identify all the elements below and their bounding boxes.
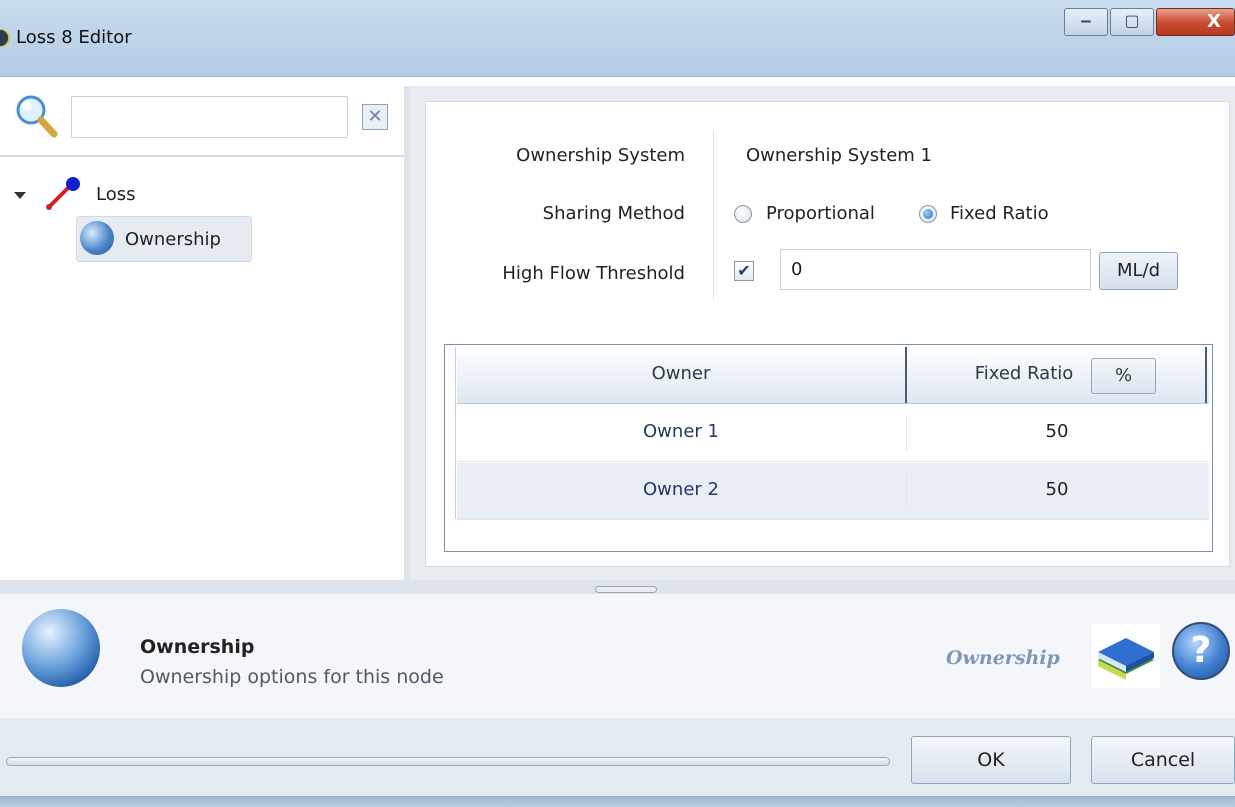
column-header-owner[interactable]: Owner <box>457 363 905 384</box>
ratio-cell[interactable]: 50 <box>909 479 1205 500</box>
close-button[interactable]: X <box>1156 8 1235 36</box>
high-flow-threshold-label: High Flow Threshold <box>502 263 685 284</box>
close-icon: X <box>1207 11 1221 32</box>
cell-divider <box>906 415 907 451</box>
column-end-divider <box>1205 347 1207 403</box>
globe-icon <box>80 221 114 255</box>
cancel-button[interactable]: Cancel <box>1091 736 1235 784</box>
maximize-button[interactable]: ▢ <box>1110 8 1154 36</box>
maximize-icon: ▢ <box>1124 11 1140 30</box>
minimize-button[interactable]: ‒ <box>1064 8 1108 36</box>
cell-divider <box>906 473 907 509</box>
high-flow-threshold-input[interactable] <box>780 249 1091 290</box>
app-icon <box>0 29 10 47</box>
grid-header: Owner Fixed Ratio % <box>457 347 1209 404</box>
column-divider[interactable] <box>905 347 907 403</box>
horizontal-splitter[interactable] <box>0 580 1235 594</box>
globe-icon <box>22 609 100 687</box>
ratio-cell[interactable]: 50 <box>909 421 1205 442</box>
proportional-label[interactable]: Proportional <box>766 203 875 224</box>
info-tag: Ownership <box>946 647 1060 669</box>
percent-unit-button[interactable]: % <box>1091 358 1156 394</box>
table-row[interactable]: Owner 1 50 <box>457 405 1209 462</box>
ownership-grid: Owner Fixed Ratio % Owner 1 50 Owner 2 5… <box>444 344 1213 552</box>
clear-icon: ✕ <box>367 106 383 127</box>
tree-item-ownership-label: Ownership <box>125 229 221 250</box>
ownership-system-value: Ownership System 1 <box>746 145 933 166</box>
title-bar: Loss 8 Editor ‒ ▢ X <box>0 0 1235 77</box>
fixed-ratio-radio[interactable] <box>919 205 937 223</box>
check-icon: ✔ <box>737 261 751 280</box>
ownership-system-label: Ownership System <box>516 145 685 166</box>
search-icon <box>14 94 60 140</box>
expand-arrow-icon[interactable] <box>14 192 26 199</box>
row-header-bar <box>447 347 456 519</box>
owner-cell[interactable]: Owner 2 <box>457 479 905 500</box>
book-icon[interactable] <box>1092 624 1160 688</box>
search-divider <box>0 155 404 157</box>
search-input[interactable] <box>71 96 348 138</box>
pipe-node-icon <box>44 176 84 212</box>
table-row[interactable]: Owner 2 50 <box>457 463 1209 520</box>
clear-search-button[interactable]: ✕ <box>362 104 388 130</box>
minimize-icon: ‒ <box>1080 11 1092 30</box>
info-description: Ownership options for this node <box>140 666 444 688</box>
progress-bar <box>6 757 890 766</box>
tree-item-ownership[interactable]: Ownership <box>76 216 252 262</box>
window-bottom-border <box>0 796 1235 807</box>
window-title: Loss 8 Editor <box>16 27 132 48</box>
column-header-fixed-ratio[interactable]: Fixed Ratio <box>961 363 1087 384</box>
high-flow-checkbox[interactable]: ✔ <box>734 261 754 281</box>
proportional-radio[interactable] <box>734 205 752 223</box>
help-icon[interactable]: ? <box>1172 622 1230 680</box>
flow-unit-button[interactable]: ML/d <box>1099 252 1178 290</box>
splitter-grip-icon[interactable] <box>595 586 657 593</box>
fixed-ratio-label[interactable]: Fixed Ratio <box>950 203 1049 224</box>
ok-button[interactable]: OK <box>911 736 1071 784</box>
sharing-method-label: Sharing Method <box>542 203 685 224</box>
navigation-pane <box>0 86 404 580</box>
tree-item-loss[interactable]: Loss <box>96 184 135 205</box>
form-divider <box>713 130 714 300</box>
info-title: Ownership <box>140 636 255 658</box>
owner-cell[interactable]: Owner 1 <box>457 421 905 442</box>
